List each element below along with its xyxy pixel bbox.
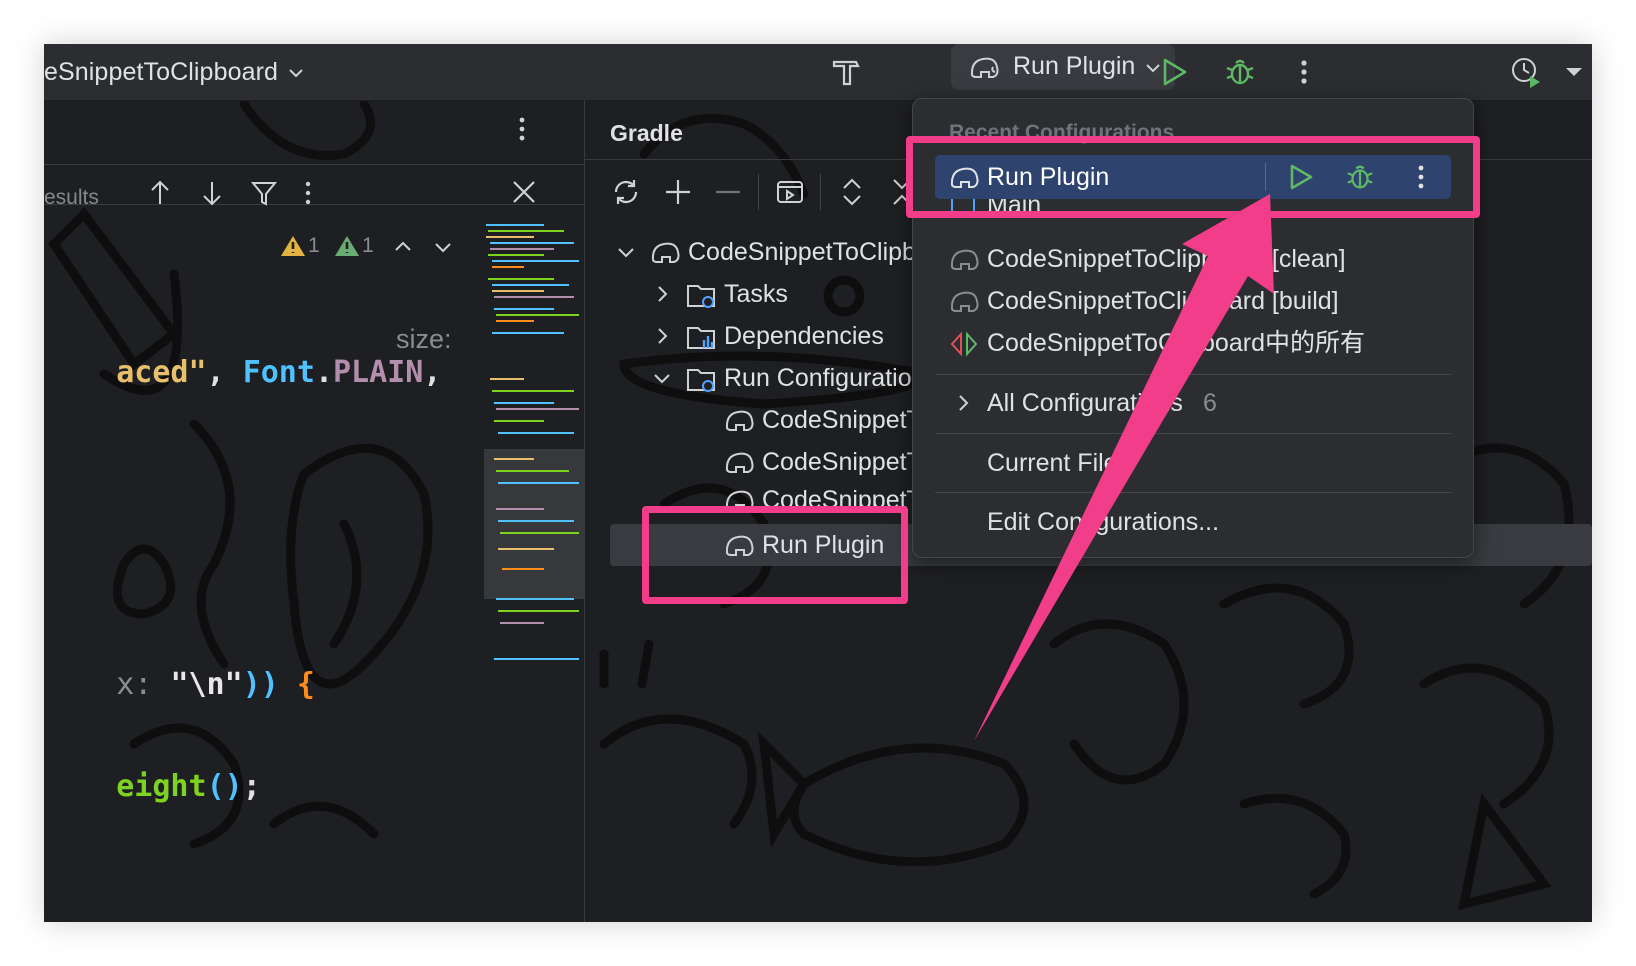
- ide-window: eSnippetToClipboard Run Plugin esults 1 …: [44, 44, 1592, 922]
- annotation-arrow: [974, 194, 1274, 741]
